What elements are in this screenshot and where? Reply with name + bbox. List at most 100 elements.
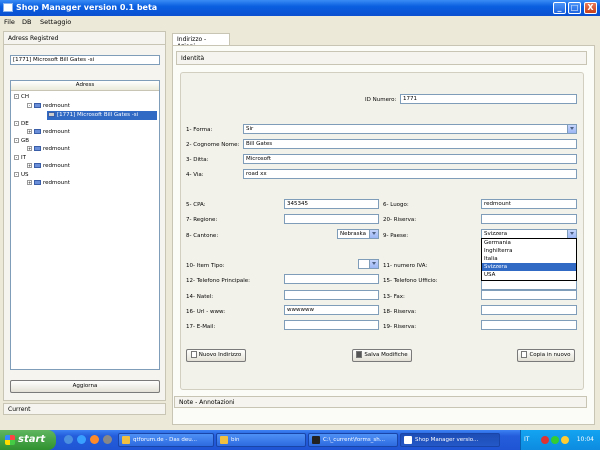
- paese-option-usa[interactable]: USA: [482, 271, 576, 279]
- id-label: ID Numero:: [365, 97, 397, 103]
- cantone-label: 8- Cantone:: [186, 233, 219, 239]
- refresh-button[interactable]: Aggiorna: [10, 380, 160, 393]
- collapse-icon[interactable]: -: [14, 155, 19, 160]
- expand-icon[interactable]: +: [27, 163, 32, 168]
- app-icon: [3, 3, 13, 12]
- new-address-button[interactable]: Nuovo Indirizzo: [186, 349, 246, 362]
- tel-ufficio-label: 15- Telefono Ufficio:: [383, 278, 438, 284]
- natel-field[interactable]: [284, 290, 379, 300]
- fax-label: 13- Fax:: [383, 294, 405, 300]
- expand-icon[interactable]: +: [27, 180, 32, 185]
- tray-icon[interactable]: [541, 436, 549, 444]
- minimize-button[interactable]: _: [553, 2, 566, 14]
- tree-node-gb[interactable]: - GB: [14, 138, 29, 144]
- tree-node-selected-address[interactable]: [1771] Microsoft Bill Gates -si: [47, 111, 157, 120]
- tree-node-gb-redmount[interactable]: + redmount: [27, 146, 70, 152]
- collapse-icon[interactable]: -: [14, 172, 19, 177]
- save-changes-button[interactable]: Salva Modifiche: [352, 349, 412, 362]
- language-indicator[interactable]: IT: [524, 436, 529, 443]
- collapse-icon[interactable]: -: [14, 138, 19, 143]
- task-shop-manager[interactable]: Shop Manager versio...: [400, 433, 500, 447]
- menu-db[interactable]: DB: [22, 18, 31, 26]
- tree-header[interactable]: Adress: [11, 81, 159, 91]
- tel-principale-field[interactable]: [284, 274, 379, 284]
- task-qtforum[interactable]: qtforum.de - Das deu...: [118, 433, 214, 447]
- riserva20-field[interactable]: [481, 214, 577, 224]
- paese-dropdown-list[interactable]: Germania Inghilterra Italia Svizzera USA: [481, 238, 577, 281]
- riserva18-field[interactable]: [481, 305, 577, 315]
- collapse-icon[interactable]: -: [14, 94, 19, 99]
- current-bar: Current: [3, 403, 166, 415]
- console-icon: [312, 436, 320, 444]
- cpa-label: 5- CPA:: [186, 202, 206, 208]
- desktop-icon[interactable]: [64, 435, 73, 444]
- firefox-icon[interactable]: [90, 435, 99, 444]
- maximize-button[interactable]: □: [568, 2, 581, 14]
- chevron-down-icon[interactable]: [567, 125, 576, 133]
- tree-node-it-redmount[interactable]: + redmount: [27, 163, 70, 169]
- regione-field[interactable]: [284, 214, 379, 224]
- chevron-down-icon[interactable]: [369, 230, 378, 238]
- tree-node-us[interactable]: - US: [14, 172, 29, 178]
- chevron-down-icon[interactable]: [567, 230, 576, 238]
- identita-bar[interactable]: Identità: [176, 51, 587, 65]
- tree-node-de[interactable]: - DE: [14, 121, 29, 127]
- expand-icon[interactable]: +: [27, 146, 32, 151]
- copy-icon: [521, 351, 528, 358]
- tree-node-ch-redmount[interactable]: - redmount: [27, 103, 70, 109]
- cantone-select[interactable]: Nebraska: [337, 229, 379, 239]
- collapse-icon[interactable]: -: [27, 103, 32, 108]
- tree-node-de-redmount[interactable]: + redmount: [27, 129, 70, 135]
- menu-file[interactable]: File: [4, 18, 15, 26]
- tab-indirizzo-azioni[interactable]: Indirizzo - Azioni: [172, 33, 230, 50]
- paese-option-svizzera[interactable]: Svizzera: [482, 263, 576, 271]
- menu-bar: File DB Settaggio: [0, 16, 600, 28]
- tree-node-ch[interactable]: - CH: [14, 94, 29, 100]
- copy-to-new-button[interactable]: Copia in nuovo: [517, 349, 575, 362]
- title-bar: Shop Manager version 0.1 beta _ □ X: [0, 0, 600, 16]
- tray-icon[interactable]: [561, 436, 569, 444]
- taskbar: start qtforum.de - Das deu... bin C:\_cu…: [0, 430, 600, 450]
- luogo-field[interactable]: redmount: [481, 199, 577, 209]
- selected-address-field[interactable]: [1771] Microsoft Bill Gates -si: [10, 55, 160, 65]
- current-label: Current: [8, 406, 31, 413]
- email-field[interactable]: [284, 320, 379, 330]
- paese-option-italia[interactable]: Italia: [482, 255, 576, 263]
- folder-icon: [34, 146, 41, 151]
- save-icon: [356, 351, 363, 358]
- forma-select[interactable]: Sir: [243, 124, 577, 134]
- collapse-icon[interactable]: -: [14, 121, 19, 126]
- tray-icon[interactable]: [551, 436, 559, 444]
- notes-bar[interactable]: Note - Annotazioni: [174, 396, 587, 408]
- folder-icon: [220, 436, 228, 444]
- fax-field[interactable]: [481, 290, 577, 300]
- cognome-field[interactable]: Bill Gates: [243, 139, 577, 149]
- url-field[interactable]: wwwwww: [284, 305, 379, 315]
- paese-option-germania[interactable]: Germania: [482, 239, 576, 247]
- close-button[interactable]: X: [584, 2, 597, 14]
- luogo-label: 6- Luogo:: [383, 202, 409, 208]
- tree-node-us-redmount[interactable]: + redmount: [27, 180, 70, 186]
- chevron-down-icon[interactable]: [369, 260, 378, 268]
- item-tipo-label: 10- Item Tipo:: [186, 263, 225, 269]
- start-button[interactable]: start: [0, 430, 56, 450]
- cpa-field[interactable]: 345345: [284, 199, 379, 209]
- id-field[interactable]: 1771: [400, 94, 577, 104]
- tel-ufficio-field[interactable]: [481, 280, 577, 290]
- app-quick-icon[interactable]: [103, 435, 112, 444]
- ie-icon[interactable]: [77, 435, 86, 444]
- tree-node-it[interactable]: - IT: [14, 155, 26, 161]
- clock: 10:04: [576, 436, 594, 443]
- menu-settaggio[interactable]: Settaggio: [40, 18, 71, 26]
- task-bin[interactable]: bin: [216, 433, 306, 447]
- riserva19-field[interactable]: [481, 320, 577, 330]
- expand-icon[interactable]: +: [27, 129, 32, 134]
- item-tipo-select[interactable]: [358, 259, 379, 269]
- paese-option-inghilterra[interactable]: Inghilterra: [482, 247, 576, 255]
- task-console[interactable]: C:\_current\forms_sh...: [308, 433, 398, 447]
- via-field[interactable]: road xx: [243, 169, 577, 179]
- address-tree[interactable]: Adress - CH - redmount [1771] Microsoft Bi…: [10, 80, 160, 370]
- ditta-field[interactable]: Microsoft: [243, 154, 577, 164]
- windows-logo-icon: [5, 435, 15, 445]
- riserva18-label: 18- Riserva:: [383, 309, 417, 315]
